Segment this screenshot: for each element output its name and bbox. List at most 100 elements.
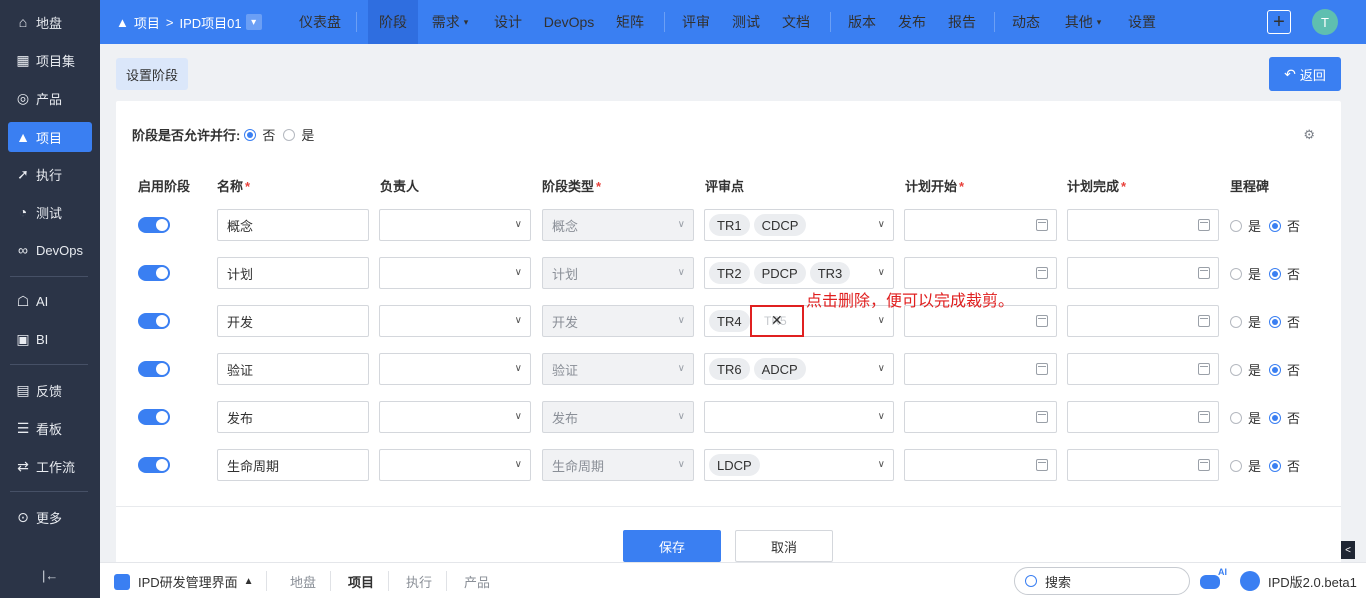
bottom-tab-product[interactable]: 产品 (464, 572, 490, 591)
app-switcher[interactable]: IPD研发管理界面 ▲ (114, 572, 254, 591)
nav-design[interactable]: 设计 (490, 0, 526, 44)
review-tag[interactable]: TR1 (709, 214, 750, 236)
nav-doc[interactable]: 文档 (778, 0, 814, 44)
bottom-tab-project[interactable]: 项目 (348, 572, 374, 591)
nav-version[interactable]: 版本 (844, 0, 880, 44)
enable-stage-toggle[interactable] (138, 457, 170, 473)
enable-stage-toggle[interactable] (138, 361, 170, 377)
gear-icon[interactable]: ⚙ (1303, 127, 1315, 143)
version-info[interactable]: IPD版2.0.beta1 (1240, 571, 1357, 591)
nav-devops[interactable]: DevOps (542, 0, 596, 44)
sidebar-item-kanban[interactable]: ☰ 看板 (8, 413, 92, 443)
chevron-left-icon[interactable]: < (1341, 541, 1355, 559)
milestone-yes-option[interactable]: 是 (1230, 264, 1261, 283)
nav-release[interactable]: 发布 (894, 0, 930, 44)
review-tag[interactable]: PDCP (753, 262, 806, 284)
sidebar-item-execution[interactable]: ➚ 执行 (8, 159, 92, 189)
nav-more[interactable]: 其他 ▾ (1056, 0, 1110, 44)
milestone-yes-option[interactable]: 是 (1230, 312, 1261, 331)
avatar[interactable]: T (1312, 9, 1338, 35)
review-tag[interactable]: TR3 (809, 262, 851, 284)
milestone-no-option[interactable]: 否 (1269, 216, 1300, 235)
stage-name-input[interactable]: 概念 (217, 209, 369, 241)
milestone-yes-option[interactable]: 是 (1230, 360, 1261, 379)
plan-start-datepicker[interactable] (904, 401, 1057, 433)
plan-start-datepicker[interactable] (904, 353, 1057, 385)
milestone-yes-option[interactable]: 是 (1230, 408, 1261, 427)
nav-matrix[interactable]: 矩阵 (612, 0, 648, 44)
milestone-yes-option[interactable]: 是 (1230, 216, 1261, 235)
review-point-select[interactable]: TR2 PDCP TR3 ∨ (704, 257, 894, 289)
nav-report[interactable]: 报告 (944, 0, 980, 44)
review-tag[interactable]: TR4 (709, 310, 750, 332)
owner-select[interactable]: ∨ (379, 209, 531, 241)
milestone-no-option[interactable]: 否 (1269, 312, 1300, 331)
save-button[interactable]: 保存 (623, 530, 721, 562)
bottom-tab-home[interactable]: 地盘 (290, 572, 316, 591)
review-point-select[interactable]: TR6 ADCP ∨ (704, 353, 894, 385)
owner-select[interactable]: ∨ (379, 305, 531, 337)
enable-stage-toggle[interactable] (138, 217, 170, 233)
review-point-select[interactable]: TR1 CDCP ∨ (704, 209, 894, 241)
ai-chat-icon[interactable]: AI (1200, 567, 1227, 591)
parallel-no-option[interactable]: 否 (244, 125, 275, 144)
owner-select[interactable]: ∨ (379, 401, 531, 433)
review-tag[interactable]: LDCP (709, 454, 760, 476)
milestone-yes-option[interactable]: 是 (1230, 456, 1261, 475)
tab-setup-stage[interactable]: 设置阶段 (116, 58, 188, 90)
milestone-no-option[interactable]: 否 (1269, 360, 1300, 379)
sidebar-item-feedback[interactable]: ▤ 反馈 (8, 375, 92, 405)
bottom-tab-execution[interactable]: 执行 (406, 572, 432, 591)
sidebar-item-bi[interactable]: ▣ BI (8, 324, 92, 354)
plan-end-datepicker[interactable] (1067, 209, 1219, 241)
add-icon[interactable]: + (1267, 10, 1291, 34)
review-tag[interactable]: TR6 (709, 358, 750, 380)
nav-requirement[interactable]: 需求 ▾ (422, 0, 478, 44)
plan-start-datepicker[interactable] (904, 257, 1057, 289)
nav-test[interactable]: 测试 (728, 0, 764, 44)
plan-end-datepicker[interactable] (1067, 257, 1219, 289)
milestone-no-option[interactable]: 否 (1269, 408, 1300, 427)
nav-stage[interactable]: 阶段 (368, 0, 418, 44)
collapse-sidebar-icon[interactable]: |← (42, 568, 58, 583)
sidebar-item-product[interactable]: ◎ 产品 (8, 83, 92, 113)
plan-end-datepicker[interactable] (1067, 305, 1219, 337)
plan-start-datepicker[interactable] (904, 209, 1057, 241)
plan-end-datepicker[interactable] (1067, 401, 1219, 433)
stage-name-input[interactable]: 计划 (217, 257, 369, 289)
sidebar-item-devops[interactable]: ∞ DevOps (8, 235, 92, 265)
sidebar-item-workflow[interactable]: ⇄ 工作流 (8, 451, 92, 481)
stage-name-input[interactable]: 发布 (217, 401, 369, 433)
sidebar-item-home[interactable]: ⌂ 地盘 (8, 7, 92, 37)
nav-settings[interactable]: 设置 (1124, 0, 1160, 44)
parallel-yes-option[interactable]: 是 (283, 125, 314, 144)
enable-stage-toggle[interactable] (138, 313, 170, 329)
milestone-no-option[interactable]: 否 (1269, 456, 1300, 475)
back-button[interactable]: ↶ 返回 (1269, 57, 1341, 91)
review-tag[interactable]: ADCP (753, 358, 806, 380)
enable-stage-toggle[interactable] (138, 265, 170, 281)
owner-select[interactable]: ∨ (379, 353, 531, 385)
stage-name-input[interactable]: 开发 (217, 305, 369, 337)
plan-start-datepicker[interactable] (904, 449, 1057, 481)
review-point-select[interactable]: LDCP ∨ (704, 449, 894, 481)
cancel-button[interactable]: 取消 (735, 530, 833, 562)
search-input[interactable]: 搜索 (1014, 567, 1190, 595)
milestone-no-option[interactable]: 否 (1269, 264, 1300, 283)
stage-name-input[interactable]: 生命周期 (217, 449, 369, 481)
stage-name-input[interactable]: 验证 (217, 353, 369, 385)
owner-select[interactable]: ∨ (379, 449, 531, 481)
review-point-select[interactable]: ∨ (704, 401, 894, 433)
sidebar-item-test[interactable]: ◔ 测试 (8, 197, 92, 227)
sidebar-item-project[interactable]: ▲ 项目 (8, 122, 92, 152)
review-tag[interactable]: TR2 (709, 262, 750, 284)
sidebar-item-more[interactable]: ⊙ 更多 (8, 502, 92, 532)
nav-dashboard[interactable]: 仪表盘 (298, 0, 342, 44)
sidebar-item-program[interactable]: ▦ 项目集 (8, 45, 92, 75)
review-tag[interactable]: CDCP (753, 214, 807, 236)
enable-stage-toggle[interactable] (138, 409, 170, 425)
plan-end-datepicker[interactable] (1067, 353, 1219, 385)
nav-activity[interactable]: 动态 (1008, 0, 1044, 44)
nav-review[interactable]: 评审 (678, 0, 714, 44)
sidebar-item-ai[interactable]: ☖ AI (8, 286, 92, 316)
